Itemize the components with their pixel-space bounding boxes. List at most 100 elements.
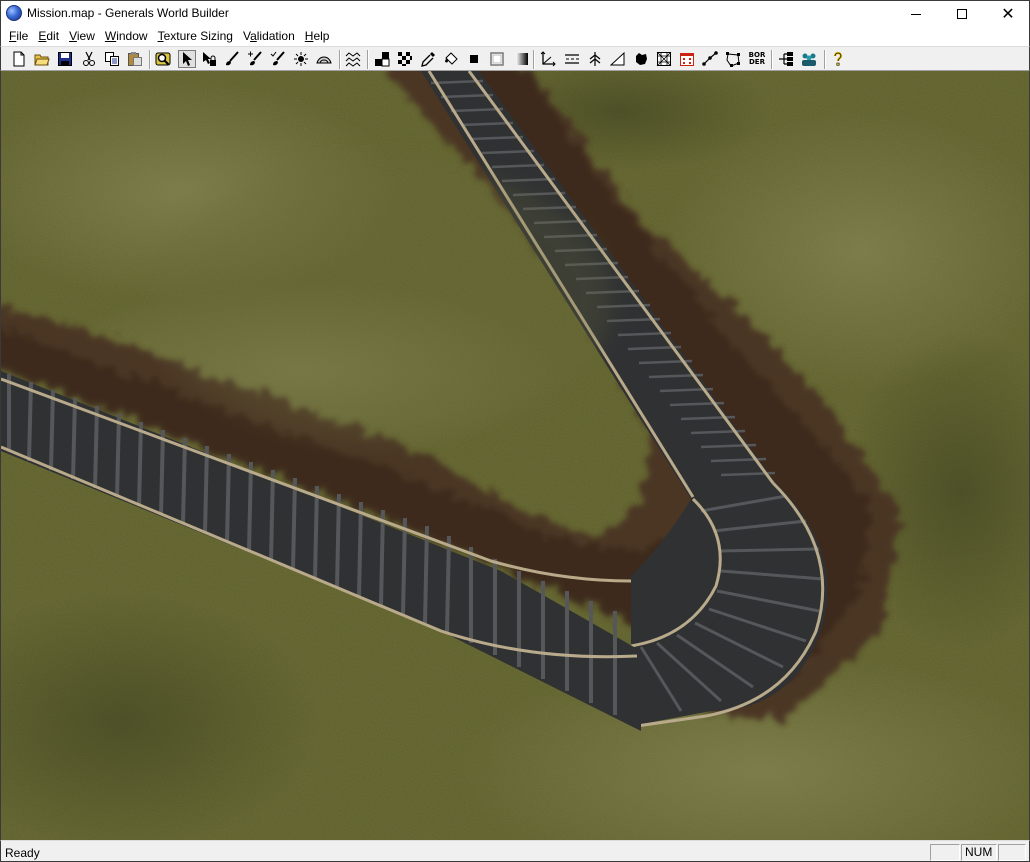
paste-button[interactable] [126, 50, 144, 68]
units-button[interactable] [800, 50, 818, 68]
menu-window[interactable]: Window [100, 26, 153, 46]
close-button[interactable]: ✕ [985, 1, 1030, 27]
menu-edit[interactable]: Edit [33, 26, 64, 46]
menu-validation-v: V [242, 29, 251, 43]
toolbar: BOR DER [0, 46, 1030, 71]
copy-icon [105, 52, 119, 66]
border-tool-button[interactable]: BOR DER [747, 50, 767, 68]
toolbar-separator [533, 50, 535, 69]
road-icon [565, 54, 579, 64]
eyedropper-icon [421, 52, 435, 67]
waves-tool-button[interactable] [344, 50, 362, 68]
help-button[interactable] [829, 50, 847, 68]
grid-icon [656, 51, 672, 67]
hand-lock-icon [203, 52, 216, 66]
minimize-icon [911, 13, 921, 15]
polygon-icon [726, 52, 740, 67]
team-tree-button[interactable] [777, 50, 795, 68]
menu-edit-rest: dit [46, 29, 60, 43]
gradient-icon [516, 53, 528, 65]
title-bar: Mission.map - Generals World Builder ✕ [0, 0, 1030, 26]
hill-tool-button[interactable] [315, 50, 333, 68]
waves-icon [345, 52, 361, 67]
status-bar: Ready NUM [0, 840, 1030, 862]
checker-icon [398, 52, 412, 66]
black-square-tool-button[interactable] [465, 50, 483, 68]
new-file-icon [13, 51, 25, 67]
brush-check-tool-button[interactable] [269, 50, 287, 68]
building-icon [680, 53, 694, 66]
menu-window-rest: indow [116, 29, 148, 43]
white-square-icon [490, 52, 504, 66]
toolbar-separator [771, 50, 773, 69]
axis-tool-button[interactable] [539, 50, 557, 68]
blob-icon [636, 53, 647, 65]
copy-button[interactable] [103, 50, 121, 68]
hill-icon [316, 56, 332, 64]
burst-tool-button[interactable] [292, 50, 310, 68]
open-folder-icon [34, 54, 50, 66]
team-tree-icon [779, 52, 793, 66]
menu-help-rest: elp [313, 29, 330, 43]
black-square-icon [470, 55, 478, 63]
menu-texture-sizing-rest: exture Sizing [163, 29, 233, 43]
ramp-tool-button[interactable] [609, 50, 627, 68]
terrain-canvas[interactable] [1, 71, 1029, 840]
tree-tool-button[interactable] [586, 50, 604, 68]
menu-view[interactable]: View [64, 26, 100, 46]
cut-icon [83, 51, 95, 66]
building-tool-button[interactable] [678, 50, 696, 68]
paste-icon [128, 52, 142, 66]
maximize-icon [957, 9, 967, 19]
blob-tool-button[interactable] [632, 50, 650, 68]
menu-validation-rest: lidation [256, 29, 295, 43]
road-tool-button[interactable] [563, 50, 581, 68]
menu-file[interactable]: File [4, 26, 33, 46]
fill-bucket-tool-button[interactable] [442, 50, 460, 68]
window-title: Mission.map - Generals World Builder [27, 6, 229, 20]
border-label-bottom: DER [749, 58, 765, 66]
grass-highlight [151, 161, 611, 441]
gradient-tool-button[interactable] [513, 50, 531, 68]
brush-tool-button[interactable] [223, 50, 241, 68]
axis-icon [540, 51, 556, 67]
burst-icon [294, 52, 308, 66]
open-button[interactable] [33, 50, 51, 68]
tree-icon [589, 52, 601, 66]
maximize-button[interactable] [939, 1, 985, 27]
grid-tool-button[interactable] [655, 50, 673, 68]
menu-view-rest: iew [76, 29, 95, 43]
help-question-icon [833, 51, 843, 66]
ramp-icon [610, 51, 625, 66]
checker-tool-button[interactable] [396, 50, 414, 68]
checker-small-icon [375, 52, 390, 67]
menu-texture-sizing[interactable]: Texture Sizing [153, 26, 238, 46]
eyedropper-tool-button[interactable] [419, 50, 437, 68]
save-button[interactable] [56, 50, 74, 68]
pointer-tool-button[interactable] [178, 50, 196, 68]
pointer-icon [183, 52, 192, 66]
brush-add-icon [248, 51, 262, 66]
white-square-tool-button[interactable] [488, 50, 506, 68]
app-globe-icon [6, 5, 22, 21]
hand-lock-tool-button[interactable] [200, 50, 218, 68]
brush-check-icon [270, 51, 285, 66]
brush-add-tool-button[interactable] [246, 50, 264, 68]
menu-validation[interactable]: Validation [238, 26, 300, 46]
status-pane-1 [930, 844, 960, 861]
cut-button[interactable] [80, 50, 98, 68]
menu-help[interactable]: Help [300, 26, 335, 46]
map-viewport[interactable] [0, 71, 1030, 840]
checker-small-tool-button[interactable] [373, 50, 391, 68]
zoom-lens-icon [155, 52, 171, 66]
waypoint-tool-button[interactable] [701, 50, 719, 68]
close-icon: ✕ [1001, 4, 1015, 23]
brush-icon [226, 51, 239, 66]
menu-bar: File Edit View Window Texture Sizing Val… [0, 26, 1030, 46]
polygon-tool-button[interactable] [724, 50, 742, 68]
toolbar-separator [149, 50, 151, 69]
new-file-button[interactable] [10, 50, 28, 68]
minimize-button[interactable] [893, 1, 939, 27]
menu-file-rest: ile [16, 29, 29, 43]
zoom-button[interactable] [154, 50, 172, 68]
